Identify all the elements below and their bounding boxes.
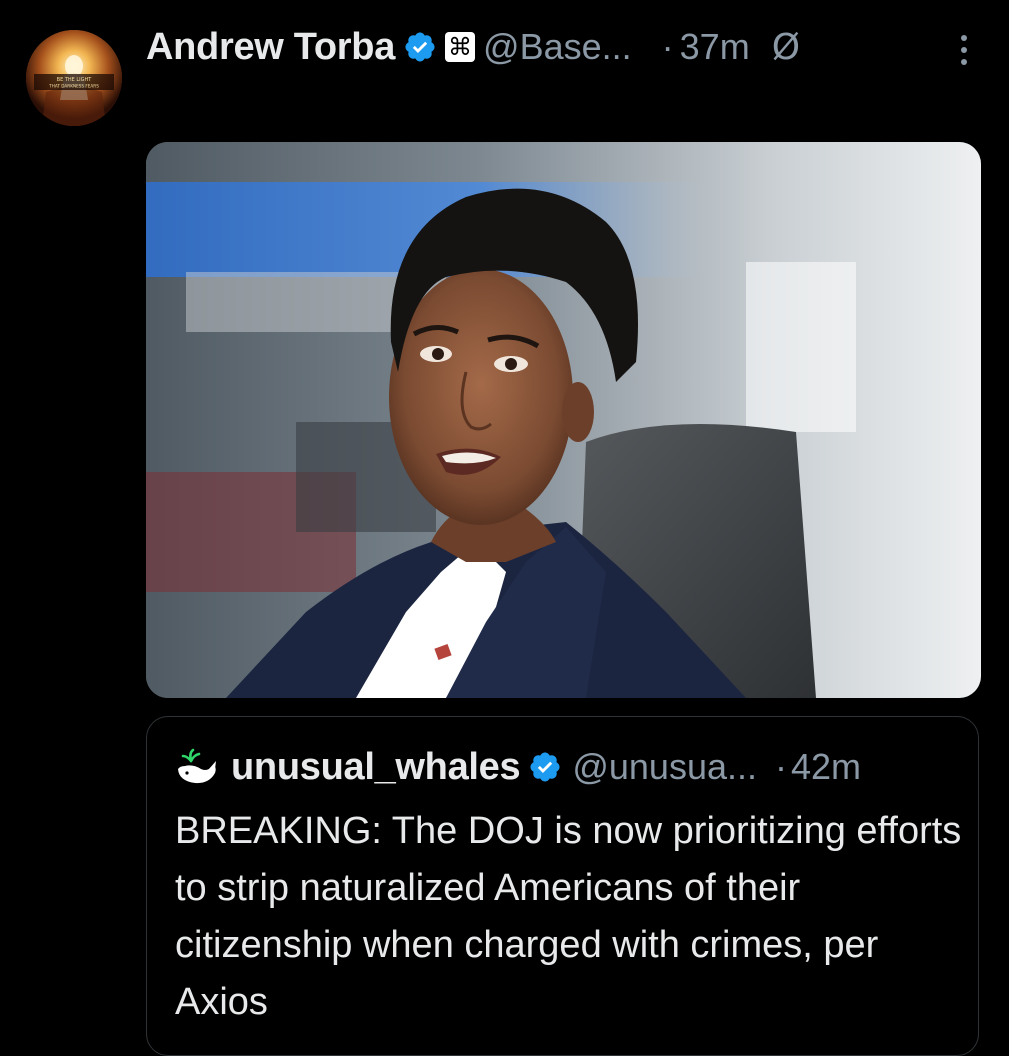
verified-badge-icon [403, 30, 437, 64]
status-icon: Ø [771, 26, 801, 68]
tweet-timestamp[interactable]: 37m [680, 26, 750, 68]
tweet-card[interactable]: BE THE LIGHT THAT DARKNESS FEARS Andrew … [0, 0, 1009, 1056]
verified-badge-icon [528, 750, 562, 784]
quoted-author-name[interactable]: unusual_whales [231, 746, 521, 789]
quoted-tweet[interactable]: unusual_whales @unusua... · 42m BREAKING… [146, 716, 979, 1056]
quoted-tweet-timestamp[interactable]: 42m [791, 746, 861, 788]
separator-dot: · [775, 746, 788, 787]
command-key-icon: ⌘ [445, 32, 476, 62]
tweet-header: Andrew Torba ⌘ @Base... · 37m Ø [146, 20, 800, 74]
more-options-icon[interactable] [950, 30, 978, 70]
tweet-media-photo[interactable] [146, 142, 981, 698]
whale-avatar-icon[interactable] [175, 747, 219, 787]
quoted-author-handle[interactable]: @unusua... [572, 746, 757, 788]
author-avatar[interactable]: BE THE LIGHT THAT DARKNESS FEARS [26, 30, 122, 126]
quoted-tweet-header: unusual_whales @unusua... · 42m [175, 745, 861, 789]
separator-dot: · [661, 26, 674, 67]
avatar-text-line2: THAT DARKNESS FEARS [48, 84, 99, 89]
author-name[interactable]: Andrew Torba [146, 26, 395, 69]
avatar-text-line1: BE THE LIGHT [57, 77, 93, 83]
author-handle[interactable]: @Base... [483, 26, 632, 68]
quoted-tweet-text: BREAKING: The DOJ is now prioritizing ef… [175, 810, 962, 1023]
